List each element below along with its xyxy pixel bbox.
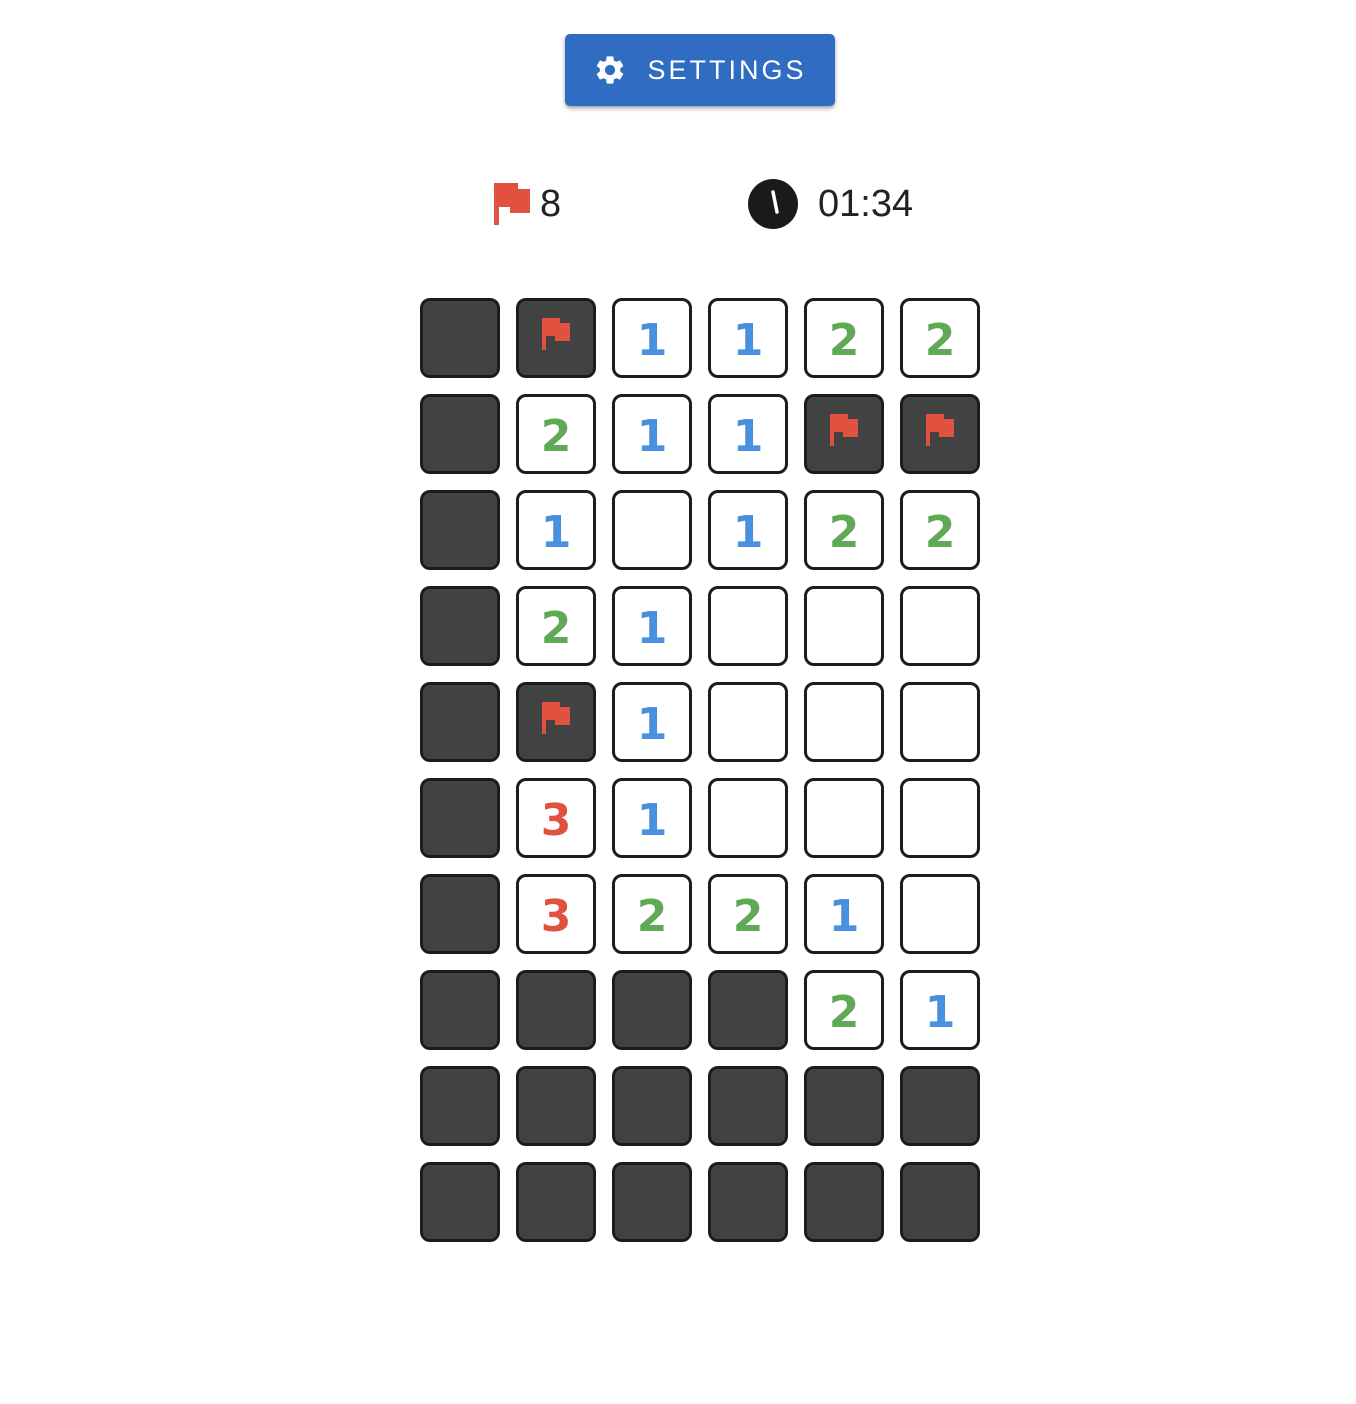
- cell-number-label: 1: [540, 506, 572, 558]
- cell-number-label: 2: [636, 890, 668, 942]
- cell-number[interactable]: 1: [900, 970, 980, 1050]
- cell-revealed-empty[interactable]: [708, 682, 788, 762]
- cell-number-label: 1: [636, 794, 668, 846]
- cell-number-label: 1: [732, 506, 764, 558]
- cell-number-label: 1: [636, 698, 668, 750]
- cell-number[interactable]: 2: [804, 298, 884, 378]
- cell-number[interactable]: 2: [900, 490, 980, 570]
- cell-number-label: 1: [732, 314, 764, 366]
- cell-flagged[interactable]: [516, 682, 596, 762]
- gear-icon: [597, 56, 624, 84]
- settings-button[interactable]: SETTINGS: [565, 34, 835, 106]
- cell-number[interactable]: 2: [708, 874, 788, 954]
- cell-hidden[interactable]: [420, 490, 500, 570]
- cell-number[interactable]: 1: [708, 394, 788, 474]
- cell-hidden[interactable]: [708, 1066, 788, 1146]
- cell-number[interactable]: 1: [708, 490, 788, 570]
- cell-number[interactable]: 1: [612, 394, 692, 474]
- status-bar: 8 01:34: [0, 170, 1356, 234]
- flags-remaining: 8: [492, 180, 561, 228]
- cell-hidden[interactable]: [900, 1066, 980, 1146]
- cell-number-label: 2: [828, 986, 860, 1038]
- cell-number-label: 1: [636, 314, 668, 366]
- cell-revealed-empty[interactable]: [804, 586, 884, 666]
- cell-hidden[interactable]: [420, 874, 500, 954]
- flag-icon: [542, 702, 570, 734]
- cell-number[interactable]: 2: [612, 874, 692, 954]
- flag-icon: [926, 414, 954, 446]
- cell-number-label: 3: [540, 794, 572, 846]
- cell-revealed-empty[interactable]: [804, 682, 884, 762]
- cell-hidden[interactable]: [420, 1162, 500, 1242]
- cell-revealed-empty[interactable]: [900, 778, 980, 858]
- cell-hidden[interactable]: [516, 1162, 596, 1242]
- flag-icon: [830, 414, 858, 446]
- cell-hidden[interactable]: [420, 394, 500, 474]
- cell-number[interactable]: 1: [804, 874, 884, 954]
- flag-icon: [494, 183, 530, 225]
- cell-hidden[interactable]: [420, 970, 500, 1050]
- cell-revealed-empty[interactable]: [900, 874, 980, 954]
- cell-flagged[interactable]: [804, 394, 884, 474]
- cell-hidden[interactable]: [900, 1162, 980, 1242]
- cell-number[interactable]: 1: [516, 490, 596, 570]
- cell-hidden[interactable]: [804, 1162, 884, 1242]
- cell-revealed-empty[interactable]: [612, 490, 692, 570]
- cell-revealed-empty[interactable]: [900, 682, 980, 762]
- cell-hidden[interactable]: [516, 970, 596, 1050]
- flags-remaining-count: 8: [540, 183, 562, 225]
- settings-button-label: SETTINGS: [647, 54, 807, 85]
- cell-number-label: 2: [924, 314, 956, 366]
- timer-value: 01:34: [818, 183, 914, 225]
- cell-number[interactable]: 2: [516, 394, 596, 474]
- cell-number-label: 1: [636, 410, 668, 462]
- cell-number-label: 1: [636, 602, 668, 654]
- cell-number[interactable]: 3: [516, 778, 596, 858]
- cell-number-label: 2: [732, 890, 764, 942]
- cell-number-label: 2: [828, 506, 860, 558]
- cell-number[interactable]: 3: [516, 874, 596, 954]
- minesweeper-app: SETTINGS 8 01:34 1 1 2 2 2 1 1 1 1 2 2 2 1 1 3 1 3 2 2 1 2 1: [0, 0, 1356, 1404]
- cell-hidden[interactable]: [420, 682, 500, 762]
- cell-hidden[interactable]: [708, 970, 788, 1050]
- cell-hidden[interactable]: [516, 1066, 596, 1146]
- cell-number[interactable]: 2: [900, 298, 980, 378]
- cell-revealed-empty[interactable]: [708, 586, 788, 666]
- clock-icon: [748, 179, 798, 229]
- flag-icon: [542, 318, 570, 350]
- cell-number-label: 2: [828, 314, 860, 366]
- cell-hidden[interactable]: [612, 1066, 692, 1146]
- cell-number-label: 2: [540, 410, 572, 462]
- cell-hidden[interactable]: [420, 586, 500, 666]
- cell-hidden[interactable]: [708, 1162, 788, 1242]
- cell-revealed-empty[interactable]: [804, 778, 884, 858]
- cell-flagged[interactable]: [516, 298, 596, 378]
- cell-number-label: 1: [732, 410, 764, 462]
- cell-hidden[interactable]: [420, 778, 500, 858]
- cell-hidden[interactable]: [612, 970, 692, 1050]
- cell-number[interactable]: 1: [612, 586, 692, 666]
- cell-number-label: 1: [828, 890, 860, 942]
- cell-hidden[interactable]: [804, 1066, 884, 1146]
- cell-number-label: 1: [924, 986, 956, 1038]
- cell-number-label: 3: [540, 890, 572, 942]
- timer: 01:34: [747, 178, 913, 230]
- game-board: 1 1 2 2 2 1 1 1 1 2 2 2 1 1 3 1 3 2 2 1 2 1: [420, 298, 980, 1242]
- cell-number[interactable]: 2: [804, 970, 884, 1050]
- cell-number[interactable]: 1: [612, 298, 692, 378]
- cell-number[interactable]: 1: [612, 778, 692, 858]
- cell-number[interactable]: 1: [708, 298, 788, 378]
- cell-number[interactable]: 1: [612, 682, 692, 762]
- cell-revealed-empty[interactable]: [900, 586, 980, 666]
- cell-hidden[interactable]: [612, 1162, 692, 1242]
- cell-hidden[interactable]: [420, 298, 500, 378]
- cell-number-label: 2: [540, 602, 572, 654]
- cell-number-label: 2: [924, 506, 956, 558]
- cell-hidden[interactable]: [420, 1066, 500, 1146]
- cell-revealed-empty[interactable]: [708, 778, 788, 858]
- cell-flagged[interactable]: [900, 394, 980, 474]
- cell-number[interactable]: 2: [804, 490, 884, 570]
- cell-number[interactable]: 2: [516, 586, 596, 666]
